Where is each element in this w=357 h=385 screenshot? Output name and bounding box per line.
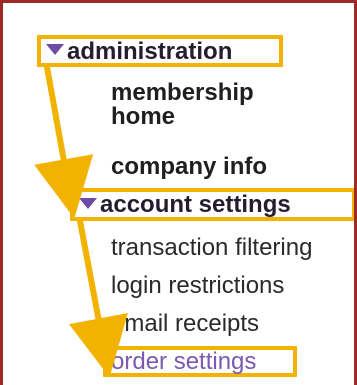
navigation-panel: administration membership home company i… [0, 0, 357, 385]
membership-home-line2: home [111, 103, 176, 130]
email-receipts-link[interactable]: email receipts [111, 312, 259, 336]
transaction-filtering-link[interactable]: transaction filtering [111, 236, 312, 260]
membership-home-line1: membership [111, 79, 254, 106]
login-restrictions-link[interactable]: login restrictions [111, 274, 284, 298]
triangle-down-icon[interactable] [79, 198, 97, 209]
arrow-icon [68, 218, 128, 378]
order-settings-link[interactable]: order settings [111, 350, 256, 374]
triangle-down-icon[interactable] [46, 44, 64, 55]
company-info-link[interactable]: company info [111, 155, 267, 179]
membership-home-link[interactable]: membership home [111, 81, 254, 129]
arrow-icon [34, 64, 94, 219]
administration-link[interactable]: administration [67, 40, 232, 64]
account-settings-link[interactable]: account settings [100, 193, 291, 217]
